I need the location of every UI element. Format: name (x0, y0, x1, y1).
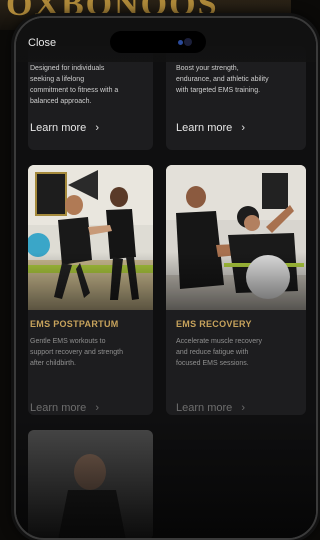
chevron-right-icon: › (95, 122, 99, 134)
chevron-right-icon: › (241, 402, 245, 414)
app-screen: Close Designed for individuals seeking a… (16, 18, 316, 538)
learn-more-link[interactable]: Learn more › (176, 122, 245, 134)
phone-frame: Close Designed for individuals seeking a… (14, 16, 318, 540)
status-dot (178, 40, 183, 45)
card-description: Accelerate muscle recovery and reduce fa… (176, 338, 262, 367)
program-card-partial[interactable] (28, 430, 153, 538)
chevron-right-icon: › (95, 402, 99, 414)
card-title: EMS POSTPARTUM (30, 319, 119, 329)
close-button[interactable]: Close (28, 37, 56, 49)
program-card-ems-postpartum[interactable]: EMS POSTPARTUM Gentle EMS workouts to su… (28, 165, 153, 415)
program-card-ems-recovery[interactable]: EMS RECOVERY Accelerate muscle recovery … (166, 165, 306, 415)
card-photo (166, 165, 306, 310)
trainer-photo (28, 430, 153, 538)
card-photo (28, 165, 153, 310)
learn-more-link[interactable]: Learn more › (30, 402, 99, 414)
card-title: EMS RECOVERY (176, 319, 252, 329)
learn-more-link[interactable]: Learn more › (30, 122, 99, 134)
camera-icon (184, 38, 192, 46)
card-description: Designed for individuals seeking a lifel… (30, 65, 119, 105)
learn-more-link[interactable]: Learn more › (176, 402, 245, 414)
chevron-right-icon: › (241, 122, 245, 134)
dynamic-island (110, 31, 206, 53)
card-description: Boost your strength, endurance, and athl… (176, 65, 269, 94)
top-bar: Close (16, 18, 316, 62)
card-description: Gentle EMS workouts to support recovery … (30, 338, 123, 367)
